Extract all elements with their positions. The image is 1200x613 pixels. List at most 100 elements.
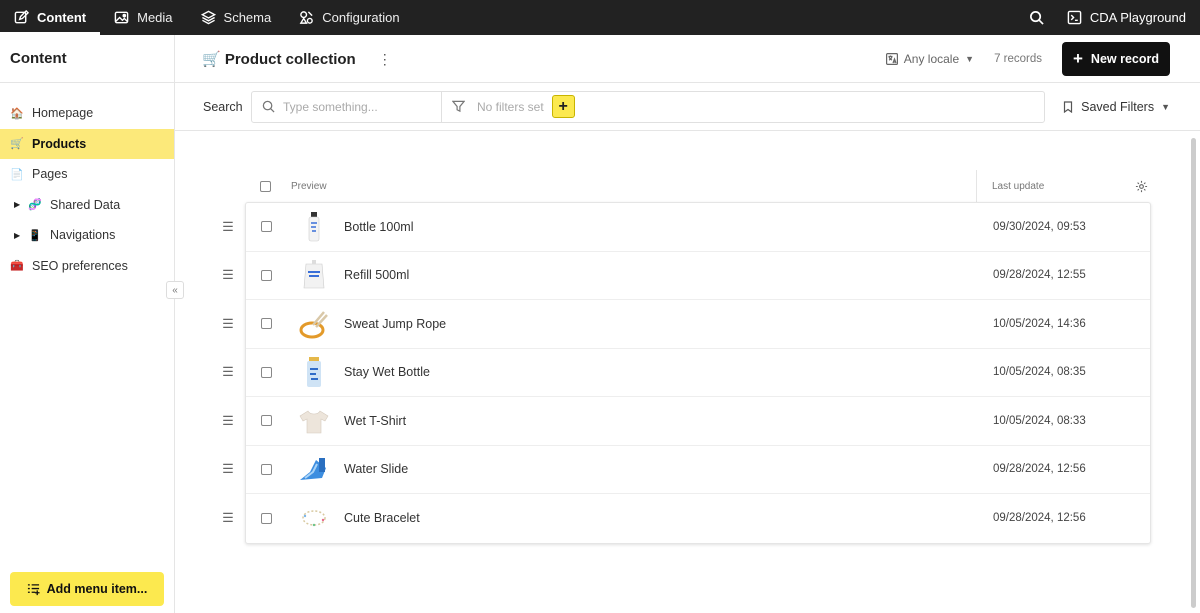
table-row[interactable]: ☰ Cute Bracelet 09/28/2024, 12:56: [222, 494, 1150, 543]
row-checkbox[interactable]: [261, 221, 272, 233]
record-date: 10/05/2024, 08:35: [993, 366, 1086, 379]
drag-handle-icon[interactable]: ☰: [222, 219, 234, 235]
sidebar-item-label: SEO preferences: [32, 258, 128, 273]
row-checkbox[interactable]: [261, 318, 272, 330]
new-record-label: New record: [1090, 51, 1160, 66]
sidebar-item-navigations[interactable]: ▶ 📱 Navigations: [0, 220, 174, 251]
saved-filters-label: Saved Filters: [1081, 99, 1155, 114]
row-checkbox[interactable]: [261, 463, 272, 475]
more-options-icon[interactable]: ⋮: [378, 52, 392, 66]
table-row[interactable]: ☰ Refill 500ml 09/28/2024, 12:55: [222, 252, 1150, 300]
record-name: Bottle 100ml: [344, 219, 414, 234]
caret-right-icon[interactable]: ▶: [14, 200, 22, 209]
column-header-last-update[interactable]: Last update: [992, 181, 1044, 192]
main-content: 🛒 Product collection ⋮ Any locale ▼ 7 re…: [175, 35, 1200, 613]
plus-icon: +: [1072, 49, 1083, 68]
nav-tab-label: Media: [137, 10, 173, 25]
record-date: 10/05/2024, 14:36: [993, 317, 1086, 330]
collection-header: 🛒 Product collection ⋮ Any locale ▼ 7 re…: [175, 35, 1200, 83]
search-input[interactable]: [283, 99, 433, 114]
table-row[interactable]: ☰ Bottle 100ml 09/30/2024, 09:53: [222, 203, 1150, 252]
new-record-button[interactable]: + New record: [1062, 41, 1170, 76]
add-menu-item-button[interactable]: Add menu item...: [10, 572, 164, 606]
drag-handle-icon[interactable]: ☰: [222, 267, 234, 283]
drag-handle-icon[interactable]: ☰: [222, 413, 234, 429]
house-icon: 🏠: [10, 107, 24, 120]
dna-icon: 🧬: [28, 199, 42, 212]
record-name: Water Slide: [344, 462, 409, 477]
record-name: Refill 500ml: [344, 268, 410, 283]
sidebar-item-shared-data[interactable]: ▶ 🧬 Shared Data: [0, 190, 174, 221]
table-body: ☰ Bottle 100ml 09/30/2024, 09:53 ☰ Refil…: [222, 202, 1151, 544]
cart-icon: 🛒: [10, 138, 24, 151]
nav-tab-label: Content: [37, 10, 87, 25]
nav-tab-media[interactable]: Media: [100, 0, 186, 35]
image-icon: [114, 11, 129, 24]
global-search-button[interactable]: [1017, 0, 1057, 35]
drag-handle-icon[interactable]: ☰: [222, 364, 234, 380]
record-date: 09/28/2024, 12:56: [993, 463, 1086, 476]
nav-tab-label: Configuration: [322, 10, 400, 25]
sidebar-item-homepage[interactable]: 🏠 Homepage: [0, 98, 174, 129]
sidebar-item-label: Pages: [32, 167, 68, 182]
saved-filters-dropdown[interactable]: Saved Filters ▼: [1062, 100, 1170, 114]
topbar-right: CDA Playground: [1017, 0, 1200, 35]
search-bar: Search No filters set + Saved Filters ▼: [175, 83, 1200, 131]
column-divider[interactable]: [976, 170, 977, 202]
translate-icon: [885, 52, 898, 65]
drag-handle-icon[interactable]: ☰: [222, 510, 234, 526]
edit-icon: [14, 10, 29, 24]
row-checkbox[interactable]: [261, 366, 272, 378]
table-row[interactable]: ☰ Sweat Jump Rope 10/05/2024, 14:36: [222, 300, 1150, 349]
bracelet-thumbnail: [297, 501, 331, 535]
locale-selector[interactable]: Any locale ▼: [885, 52, 974, 66]
jump-rope-thumbnail: [297, 307, 331, 341]
sidebar-title: Content: [0, 35, 174, 83]
search-icon: [1030, 11, 1045, 25]
drag-handle-icon[interactable]: ☰: [222, 316, 234, 332]
search-input-wrapper: [252, 91, 442, 122]
table-row[interactable]: ☰ Wet T-Shirt 10/05/2024, 08:33: [222, 397, 1150, 446]
nav-tab-schema[interactable]: Schema: [187, 0, 286, 35]
table-row[interactable]: ☰ Water Slide 09/28/2024, 12:56: [222, 446, 1150, 494]
record-date: 09/30/2024, 09:53: [993, 220, 1086, 233]
vertical-scrollbar[interactable]: [1191, 138, 1196, 608]
record-date: 09/28/2024, 12:55: [993, 269, 1086, 282]
add-filter-button[interactable]: +: [551, 95, 575, 118]
no-filters-text: No filters set: [477, 99, 544, 114]
gear-icon[interactable]: [1135, 180, 1148, 193]
phone-icon: 📱: [28, 229, 42, 242]
record-name: Cute Bracelet: [344, 511, 420, 526]
sidebar-item-pages[interactable]: 📄 Pages: [0, 159, 174, 190]
filter-icon: [452, 100, 465, 113]
toolbox-icon: 🧰: [10, 260, 24, 273]
terminal-icon: [1067, 10, 1082, 25]
caret-right-icon[interactable]: ▶: [14, 231, 22, 240]
drag-handle-icon[interactable]: ☰: [222, 461, 234, 477]
filter-section: No filters set +: [442, 92, 575, 122]
table-row[interactable]: ☰ Stay Wet Bottle 10/05/2024, 08:35: [222, 349, 1150, 397]
records-table: Preview Last update ☰ Bottle 100ml 09/30…: [175, 132, 1200, 613]
nav-tab-content[interactable]: Content: [0, 0, 101, 35]
water-bottle-thumbnail: [297, 355, 331, 389]
page-title: 🛒 Product collection: [202, 50, 356, 68]
nav-tab-configuration[interactable]: Configuration: [285, 0, 413, 35]
settings-shapes-icon: [299, 11, 314, 24]
sidebar-list: 🏠 Homepage 🛒 Products 📄 Pages ▶ 🧬 Shared…: [0, 83, 174, 281]
sidebar-item-seo-preferences[interactable]: 🧰 SEO preferences: [0, 251, 174, 282]
row-checkbox[interactable]: [261, 269, 272, 281]
select-all-checkbox[interactable]: [260, 180, 271, 192]
sidebar-item-label: Homepage: [32, 106, 94, 121]
row-checkbox[interactable]: [261, 512, 272, 524]
sidebar: Content 🏠 Homepage 🛒 Products 📄 Pages ▶ …: [0, 35, 175, 613]
top-navigation: Content Media Schema Configuration CDA P…: [0, 0, 1200, 35]
page-icon: 📄: [10, 168, 24, 181]
sidebar-item-products[interactable]: 🛒 Products: [0, 128, 174, 159]
row-checkbox[interactable]: [261, 415, 272, 427]
list-add-icon: [27, 583, 40, 595]
project-switcher[interactable]: CDA Playground: [1057, 10, 1200, 25]
search-box: No filters set +: [251, 90, 1045, 123]
search-label: Search: [203, 99, 243, 114]
sidebar-item-label: Navigations: [50, 228, 116, 243]
refill-pouch-thumbnail: [297, 258, 331, 292]
